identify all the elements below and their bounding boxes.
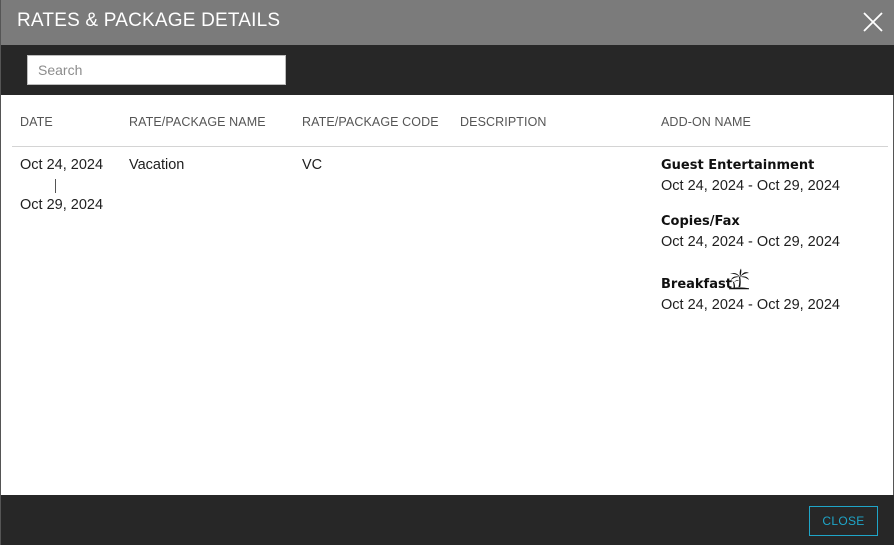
addon-dates-breakfast: Oct 24, 2024 - Oct 29, 2024	[661, 297, 840, 313]
palm-tree-icon	[728, 268, 749, 290]
column-header-package-name[interactable]: RATE/PACKAGE NAME	[129, 115, 266, 129]
date-range-connector	[55, 179, 56, 193]
addon-dates-guest-entertainment: Oct 24, 2024 - Oct 29, 2024	[661, 178, 840, 194]
close-button[interactable]: CLOSE	[809, 506, 878, 536]
date-start: Oct 24, 2024	[20, 157, 104, 173]
rates-package-details-dialog: RATES & PACKAGE DETAILS DATE RATE/PACKAG…	[0, 0, 894, 545]
column-header-package-code[interactable]: RATE/PACKAGE CODE	[302, 115, 439, 129]
column-header-date[interactable]: DATE	[20, 115, 53, 129]
package-name: Vacation	[129, 157, 185, 173]
dialog-title: RATES & PACKAGE DETAILS	[17, 10, 281, 31]
dialog-titlebar: RATES & PACKAGE DETAILS	[1, 0, 894, 45]
column-header-description[interactable]: DESCRIPTION	[460, 115, 547, 129]
addon-name-copies-fax: Copies/Fax	[661, 214, 740, 229]
addon-dates-copies-fax: Oct 24, 2024 - Oct 29, 2024	[661, 234, 840, 250]
search-input[interactable]	[27, 55, 286, 85]
addon-name-guest-entertainment: Guest Entertainment	[661, 158, 815, 173]
close-x-icon[interactable]	[861, 10, 885, 34]
header-divider	[12, 146, 888, 147]
dialog-footer: CLOSE	[1, 495, 894, 545]
package-code: VC	[302, 157, 323, 173]
addon-name-breakfast: Breakfast	[661, 277, 732, 292]
column-header-addon-name[interactable]: ADD-ON NAME	[661, 115, 751, 129]
date-end: Oct 29, 2024	[20, 197, 104, 213]
search-toolbar	[1, 45, 894, 95]
